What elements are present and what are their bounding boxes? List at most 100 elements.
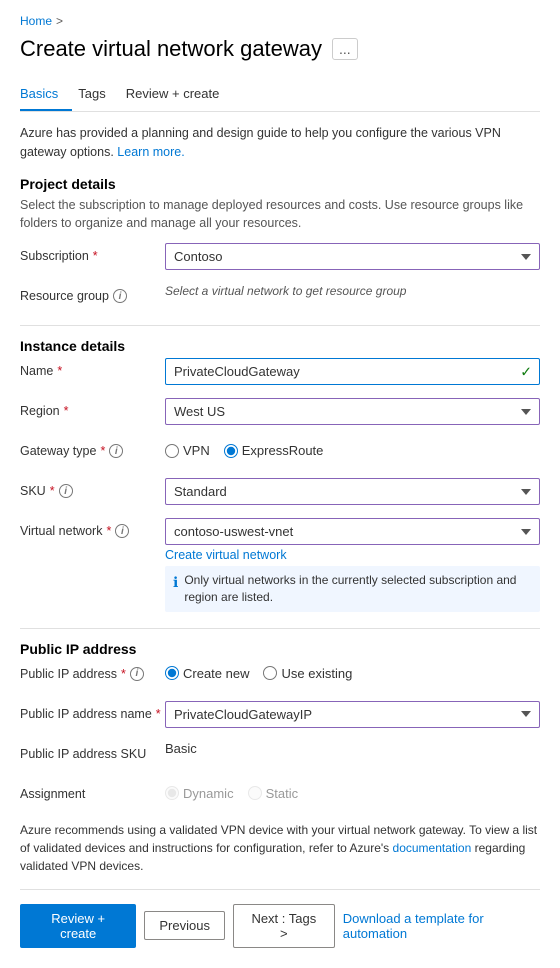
resource-group-label: Resource group i (20, 283, 165, 303)
public-ip-radio-group: Create new Use existing (165, 661, 540, 681)
subscription-required: * (93, 249, 98, 263)
sku-group: SKU * i Standard (20, 478, 540, 508)
assignment-static-radio (248, 786, 262, 800)
public-ip-sku-control: Basic (165, 741, 540, 756)
public-ip-group: Public IP address * i Create new Use exi… (20, 661, 540, 691)
public-ip-use-existing-label: Use existing (281, 666, 352, 681)
breadcrumb-separator: > (56, 14, 63, 28)
subscription-select[interactable]: Contoso (165, 243, 540, 270)
sku-label: SKU * i (20, 478, 165, 498)
resource-group-info-icon[interactable]: i (113, 289, 127, 303)
assignment-control: Dynamic Static (165, 781, 540, 801)
divider-1 (20, 325, 540, 326)
public-ip-create-new-option[interactable]: Create new (165, 666, 249, 681)
assignment-group: Assignment Dynamic Static (20, 781, 540, 811)
public-ip-create-new-radio[interactable] (165, 666, 179, 680)
name-label: Name * (20, 358, 165, 378)
gateway-type-vpn-radio[interactable] (165, 444, 179, 458)
assignment-dynamic-label: Dynamic (183, 786, 234, 801)
project-details-desc: Select the subscription to manage deploy… (20, 196, 540, 234)
subscription-control: Contoso (165, 243, 540, 270)
info-banner: Azure has provided a planning and design… (20, 124, 540, 162)
virtual-network-select[interactable]: contoso-uswest-vnet (165, 518, 540, 545)
virtual-network-control: contoso-uswest-vnet Create virtual netwo… (165, 518, 540, 616)
public-ip-name-control: PrivateCloudGatewayIP (165, 701, 540, 728)
public-ip-sku-label: Public IP address SKU (20, 741, 165, 761)
footer-text: Azure recommends using a validated VPN d… (20, 821, 540, 875)
virtual-network-group: Virtual network * i contoso-uswest-vnet … (20, 518, 540, 616)
region-required: * (64, 404, 69, 418)
sku-select[interactable]: Standard (165, 478, 540, 505)
gateway-type-vpn-option[interactable]: VPN (165, 443, 210, 458)
assignment-label: Assignment (20, 781, 165, 801)
previous-button[interactable]: Previous (144, 911, 225, 940)
gateway-type-expressroute-option[interactable]: ExpressRoute (224, 443, 324, 458)
gateway-type-expressroute-label: ExpressRoute (242, 443, 324, 458)
assignment-static-option: Static (248, 786, 299, 801)
bottom-bar: Review + create Previous Next : Tags > D… (20, 889, 540, 948)
public-ip-use-existing-option[interactable]: Use existing (263, 666, 352, 681)
sku-required: * (50, 484, 55, 498)
region-label: Region * (20, 398, 165, 418)
name-input[interactable] (165, 358, 540, 385)
virtual-network-required: * (106, 524, 111, 538)
assignment-dynamic-radio (165, 786, 179, 800)
project-details-title: Project details (20, 176, 540, 192)
name-valid-icon: ✓ (520, 363, 532, 380)
gateway-type-expressroute-radio[interactable] (224, 444, 238, 458)
page-title: Create virtual network gateway (20, 36, 322, 62)
assignment-radio-group: Dynamic Static (165, 781, 540, 801)
footer-docs-link[interactable]: documentation (393, 841, 472, 855)
create-virtual-network-link[interactable]: Create virtual network (165, 548, 540, 562)
sku-control: Standard (165, 478, 540, 505)
assignment-static-label: Static (266, 786, 299, 801)
info-banner-text: Azure has provided a planning and design… (20, 126, 501, 159)
next-button[interactable]: Next : Tags > (233, 904, 335, 948)
public-ip-name-select[interactable]: PrivateCloudGatewayIP (165, 701, 540, 728)
sku-info-icon[interactable]: i (59, 484, 73, 498)
tabs-row: Basics Tags Review + create (20, 78, 540, 112)
public-ip-sku-value: Basic (165, 735, 197, 756)
tab-tags[interactable]: Tags (78, 78, 119, 111)
assignment-dynamic-option: Dynamic (165, 786, 234, 801)
public-ip-title: Public IP address (20, 641, 540, 657)
resource-group-group: Resource group i Select a virtual networ… (20, 283, 540, 313)
divider-2 (20, 628, 540, 629)
public-ip-name-label: Public IP address name * (20, 701, 165, 721)
info-banner-link[interactable]: Learn more. (117, 145, 184, 159)
breadcrumb: Home > (20, 14, 540, 28)
public-ip-control: Create new Use existing (165, 661, 540, 681)
name-group: Name * ✓ (20, 358, 540, 388)
tab-review-create[interactable]: Review + create (126, 78, 234, 111)
resource-group-placeholder: Select a virtual network to get resource… (165, 278, 406, 298)
gateway-type-radio-group: VPN ExpressRoute (165, 438, 540, 458)
breadcrumb-home[interactable]: Home (20, 14, 52, 28)
download-template-link[interactable]: Download a template for automation (343, 911, 540, 941)
name-control: ✓ (165, 358, 540, 385)
gateway-type-vpn-label: VPN (183, 443, 210, 458)
resource-group-control: Select a virtual network to get resource… (165, 283, 540, 298)
virtual-network-info-icon[interactable]: i (115, 524, 129, 538)
region-group: Region * West US (20, 398, 540, 428)
region-select[interactable]: West US (165, 398, 540, 425)
public-ip-info-icon[interactable]: i (130, 667, 144, 681)
virtual-network-label: Virtual network * i (20, 518, 165, 538)
subscription-group: Subscription * Contoso (20, 243, 540, 273)
public-ip-sku-group: Public IP address SKU Basic (20, 741, 540, 771)
name-required: * (57, 364, 62, 378)
review-create-button[interactable]: Review + create (20, 904, 136, 948)
public-ip-required: * (121, 667, 126, 681)
region-control: West US (165, 398, 540, 425)
public-ip-use-existing-radio[interactable] (263, 666, 277, 680)
ellipsis-button[interactable]: ... (332, 38, 358, 60)
public-ip-name-required: * (156, 707, 161, 721)
virtual-network-note-text: Only virtual networks in the currently s… (184, 572, 532, 606)
gateway-type-label: Gateway type * i (20, 438, 165, 458)
instance-details-title: Instance details (20, 338, 540, 354)
gateway-type-info-icon[interactable]: i (109, 444, 123, 458)
subscription-label: Subscription * (20, 243, 165, 263)
gateway-type-required: * (100, 444, 105, 458)
tab-basics[interactable]: Basics (20, 78, 72, 111)
public-ip-label: Public IP address * i (20, 661, 165, 681)
virtual-network-note: ℹ Only virtual networks in the currently… (165, 566, 540, 612)
